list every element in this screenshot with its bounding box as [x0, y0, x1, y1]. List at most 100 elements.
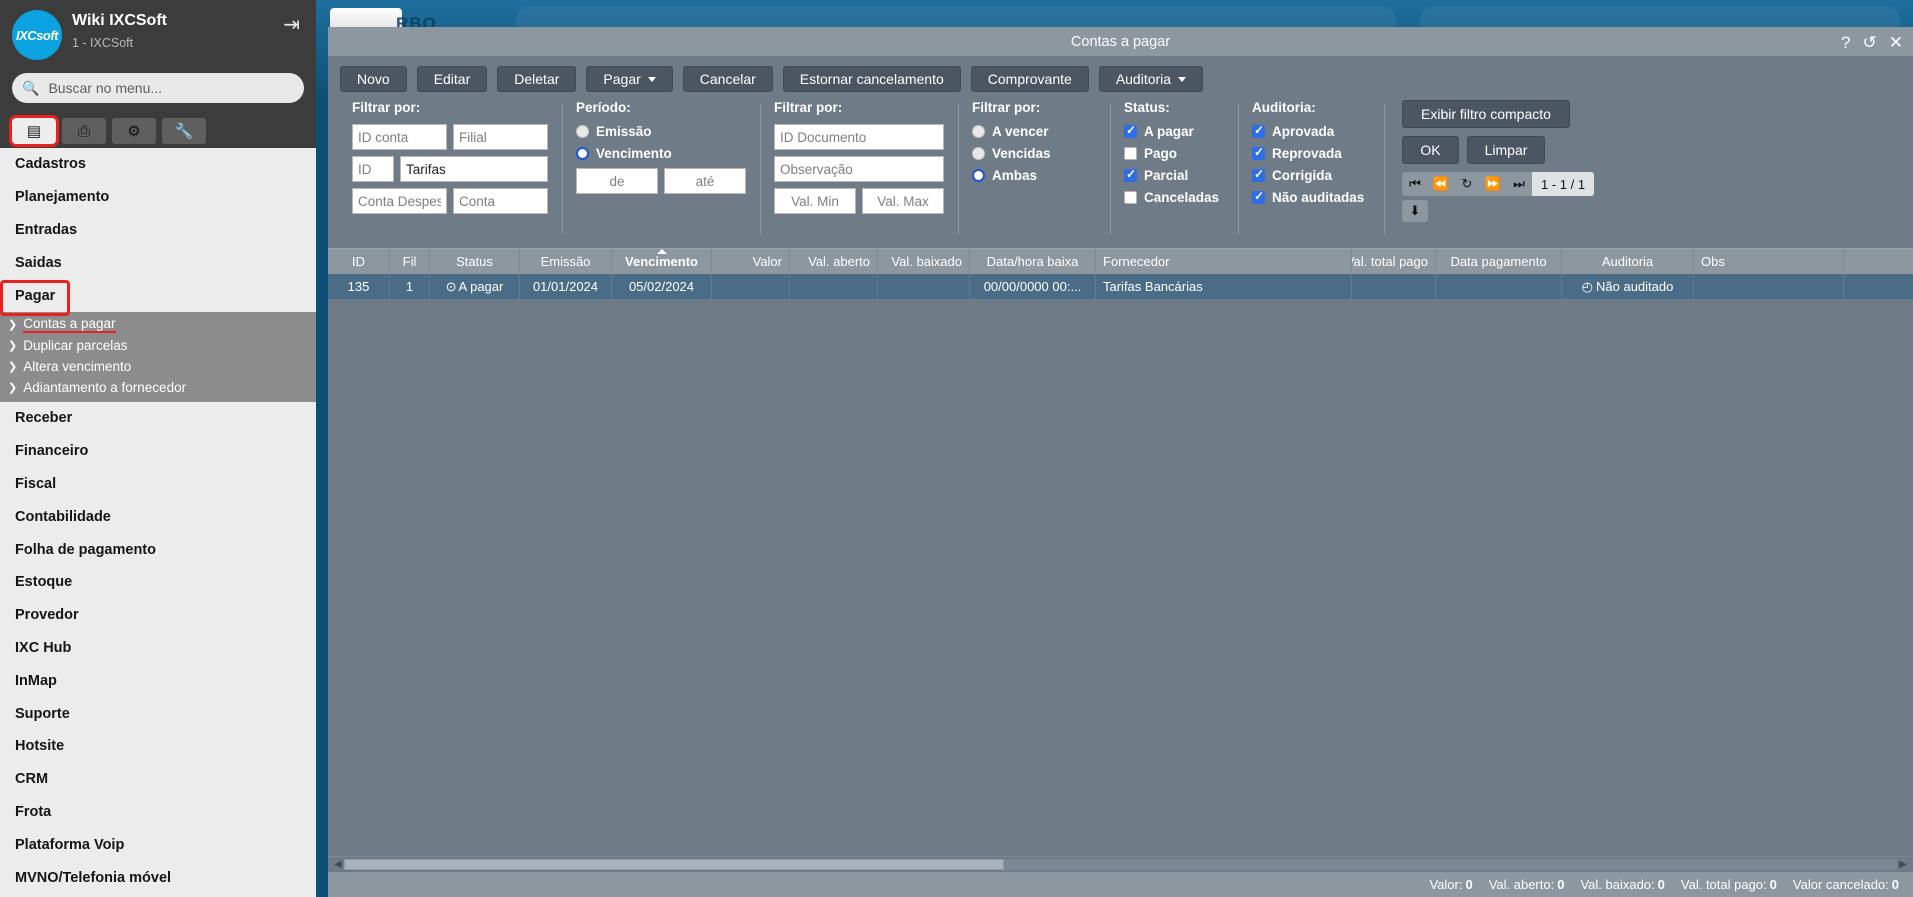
- first-page-icon[interactable]: ⏮: [1402, 172, 1428, 196]
- auditoria-checkbox-n-o-auditadas[interactable]: Não auditadas: [1252, 189, 1370, 205]
- grid-column-header-status[interactable]: Status: [430, 248, 520, 275]
- estornar-cancelamento-button[interactable]: Estornar cancelamento: [782, 66, 961, 92]
- sidebar-item-hotsite[interactable]: Hotsite: [0, 730, 316, 763]
- vencimento-radio-ambas[interactable]: Ambas: [972, 168, 1096, 183]
- sidebar-item-ixc-hub[interactable]: IXC Hub: [0, 632, 316, 665]
- id-documento-input[interactable]: [774, 124, 944, 150]
- sidebar-item-receber[interactable]: Receber: [0, 402, 316, 435]
- id-conta-input[interactable]: [352, 124, 447, 150]
- history-icon[interactable]: ↺: [1863, 34, 1877, 51]
- sidebar-subitem-adiantamento-a-fornecedor[interactable]: ❯ Adiantamento a fornecedor: [0, 377, 316, 398]
- periodo-radio-vencimento[interactable]: Vencimento: [576, 146, 746, 161]
- table-row[interactable]: 135 1 ⊙ A pagar 01/01/2024 05/02/2024 00/00/00…: [328, 274, 1913, 300]
- grid-column-header-emiss-o[interactable]: Emissão: [520, 248, 612, 275]
- grid-column-header-val-baixado[interactable]: Val. baixado: [878, 248, 970, 275]
- limpar-button[interactable]: Limpar: [1467, 136, 1545, 164]
- grid-column-header-id[interactable]: ID: [328, 248, 390, 275]
- valor-maximo-input[interactable]: [862, 188, 944, 214]
- valor-minimo-input[interactable]: [774, 188, 856, 214]
- novo-button[interactable]: Novo: [340, 66, 407, 92]
- status-checkbox-a-pagar[interactable]: A pagar: [1124, 123, 1224, 139]
- sidebar-item-provedor[interactable]: Provedor: [0, 599, 316, 632]
- scroll-right-icon[interactable]: ▶: [1897, 859, 1909, 870]
- vencimento-radio-a-vencer[interactable]: A vencer: [972, 124, 1096, 139]
- sidebar-item-suporte[interactable]: Suporte: [0, 697, 316, 730]
- menu-search[interactable]: 🔍: [12, 73, 304, 103]
- sidebar-item-crm[interactable]: CRM: [0, 763, 316, 796]
- status-checkbox-parcial[interactable]: Parcial: [1124, 167, 1224, 183]
- last-page-icon[interactable]: ⏭: [1506, 172, 1532, 196]
- next-page-icon[interactable]: ⏩: [1480, 172, 1506, 196]
- auditoria-checkbox-corrigida[interactable]: Corrigida: [1252, 167, 1370, 183]
- sidebar-subitem-contas-a-pagar[interactable]: ❯ Contas a pagar: [0, 314, 316, 335]
- auditoria-button[interactable]: Auditoria: [1098, 66, 1204, 92]
- ok-button[interactable]: OK: [1402, 136, 1459, 164]
- column-label: Obs: [1701, 254, 1725, 269]
- sidebar-subitem-duplicar-parcelas[interactable]: ❯ Duplicar parcelas: [0, 335, 316, 356]
- exibir-filtro-compacto-button[interactable]: Exibir filtro compacto: [1402, 100, 1570, 128]
- grid-column-header-val-total-pago[interactable]: Val. total pago: [1352, 248, 1436, 275]
- column-label: Fil: [402, 254, 417, 269]
- grid-column-header-val-aberto[interactable]: Val. aberto: [790, 248, 878, 275]
- sidebar-item-fiscal[interactable]: Fiscal: [0, 468, 316, 501]
- periodo-radio-emiss-o[interactable]: Emissão: [576, 124, 746, 139]
- sidebar-item-cadastros[interactable]: Cadastros: [0, 148, 316, 181]
- sidebar-item-contabilidade[interactable]: Contabilidade: [0, 500, 316, 533]
- scrollbar-thumb[interactable]: [344, 859, 1005, 870]
- wrench-icon[interactable]: 🔧: [162, 118, 206, 144]
- conta-input[interactable]: [453, 188, 548, 214]
- checkbox-label: Aprovada: [1272, 124, 1335, 139]
- sidebar-subitem-altera-vencimento[interactable]: ❯ Altera vencimento: [0, 356, 316, 377]
- grid-column-header-vencimento[interactable]: Vencimento: [612, 248, 712, 275]
- comprovante-button[interactable]: Comprovante: [970, 66, 1089, 92]
- gears-icon[interactable]: ⚙: [112, 118, 156, 144]
- deletar-button[interactable]: Deletar: [497, 66, 577, 92]
- sidebar-item-financeiro[interactable]: Financeiro: [0, 435, 316, 468]
- download-icon[interactable]: ⬇: [1402, 200, 1428, 222]
- logout-icon[interactable]: ⇥: [283, 15, 300, 35]
- scroll-left-icon[interactable]: ◀: [332, 859, 344, 870]
- sidebar-item-mvno-telefonia-m-vel[interactable]: MVNO/Telefonia móvel: [0, 861, 316, 894]
- printer-icon[interactable]: ⎙: [62, 118, 106, 144]
- sidebar-item-plataforma-voip[interactable]: Plataforma Voip: [0, 828, 316, 861]
- vencimento-radio-vencidas[interactable]: Vencidas: [972, 146, 1096, 161]
- prev-page-icon[interactable]: ⏪: [1428, 172, 1454, 196]
- sidebar-subitem-label: Contas a pagar: [23, 315, 116, 333]
- grid-column-header-fornecedor[interactable]: Fornecedor: [1096, 248, 1352, 275]
- sidebar-item-estoque[interactable]: Estoque: [0, 566, 316, 599]
- search-input[interactable]: [46, 79, 294, 97]
- id-input[interactable]: [352, 156, 394, 182]
- horizontal-scrollbar[interactable]: ◀ ▶: [328, 856, 1913, 872]
- sidebar-item-pagar[interactable]: Pagar: [0, 279, 316, 316]
- grid-column-header-valor[interactable]: Valor: [712, 248, 790, 275]
- grid-column-header-obs[interactable]: Obs: [1694, 248, 1844, 275]
- auditoria-checkbox-reprovada[interactable]: Reprovada: [1252, 145, 1370, 161]
- grid-column-header-fil[interactable]: Fil: [390, 248, 430, 275]
- periodo-ate-input[interactable]: [664, 168, 746, 194]
- close-icon[interactable]: ✕: [1889, 34, 1903, 51]
- sidebar-item-saidas[interactable]: Saidas: [0, 246, 316, 279]
- sidebar-item-frota[interactable]: Frota: [0, 796, 316, 829]
- grid-column-header-auditoria[interactable]: Auditoria: [1562, 248, 1694, 275]
- pagar-button[interactable]: Pagar: [586, 66, 673, 92]
- auditoria-checkbox-aprovada[interactable]: Aprovada: [1252, 123, 1370, 139]
- editar-button[interactable]: Editar: [416, 66, 488, 92]
- cancelar-button[interactable]: Cancelar: [682, 66, 773, 92]
- help-icon[interactable]: ?: [1841, 34, 1850, 51]
- sidebar-item-folha-de-pagamento[interactable]: Folha de pagamento: [0, 533, 316, 566]
- grid-column-header-data-hora-baixa[interactable]: Data/hora baixa: [970, 248, 1096, 275]
- menu-icon[interactable]: ▤: [12, 118, 56, 144]
- status-checkbox-pago[interactable]: Pago: [1124, 146, 1224, 161]
- sidebar-item-inmap[interactable]: InMap: [0, 664, 316, 697]
- observacao-input[interactable]: [774, 156, 944, 182]
- sidebar-item-entradas[interactable]: Entradas: [0, 214, 316, 247]
- periodo-de-input[interactable]: [576, 168, 658, 194]
- filial-input[interactable]: [453, 124, 548, 150]
- grid-column-header-data-pagamento[interactable]: Data pagamento: [1436, 248, 1562, 275]
- status-checkbox-canceladas[interactable]: Canceladas: [1124, 190, 1224, 205]
- scrollbar-track[interactable]: [344, 859, 1897, 870]
- sidebar-item-planejamento[interactable]: Planejamento: [0, 181, 316, 214]
- fornecedor-input[interactable]: [400, 156, 548, 182]
- refresh-icon[interactable]: ↻: [1454, 172, 1480, 196]
- conta-despesa-input[interactable]: [352, 188, 447, 214]
